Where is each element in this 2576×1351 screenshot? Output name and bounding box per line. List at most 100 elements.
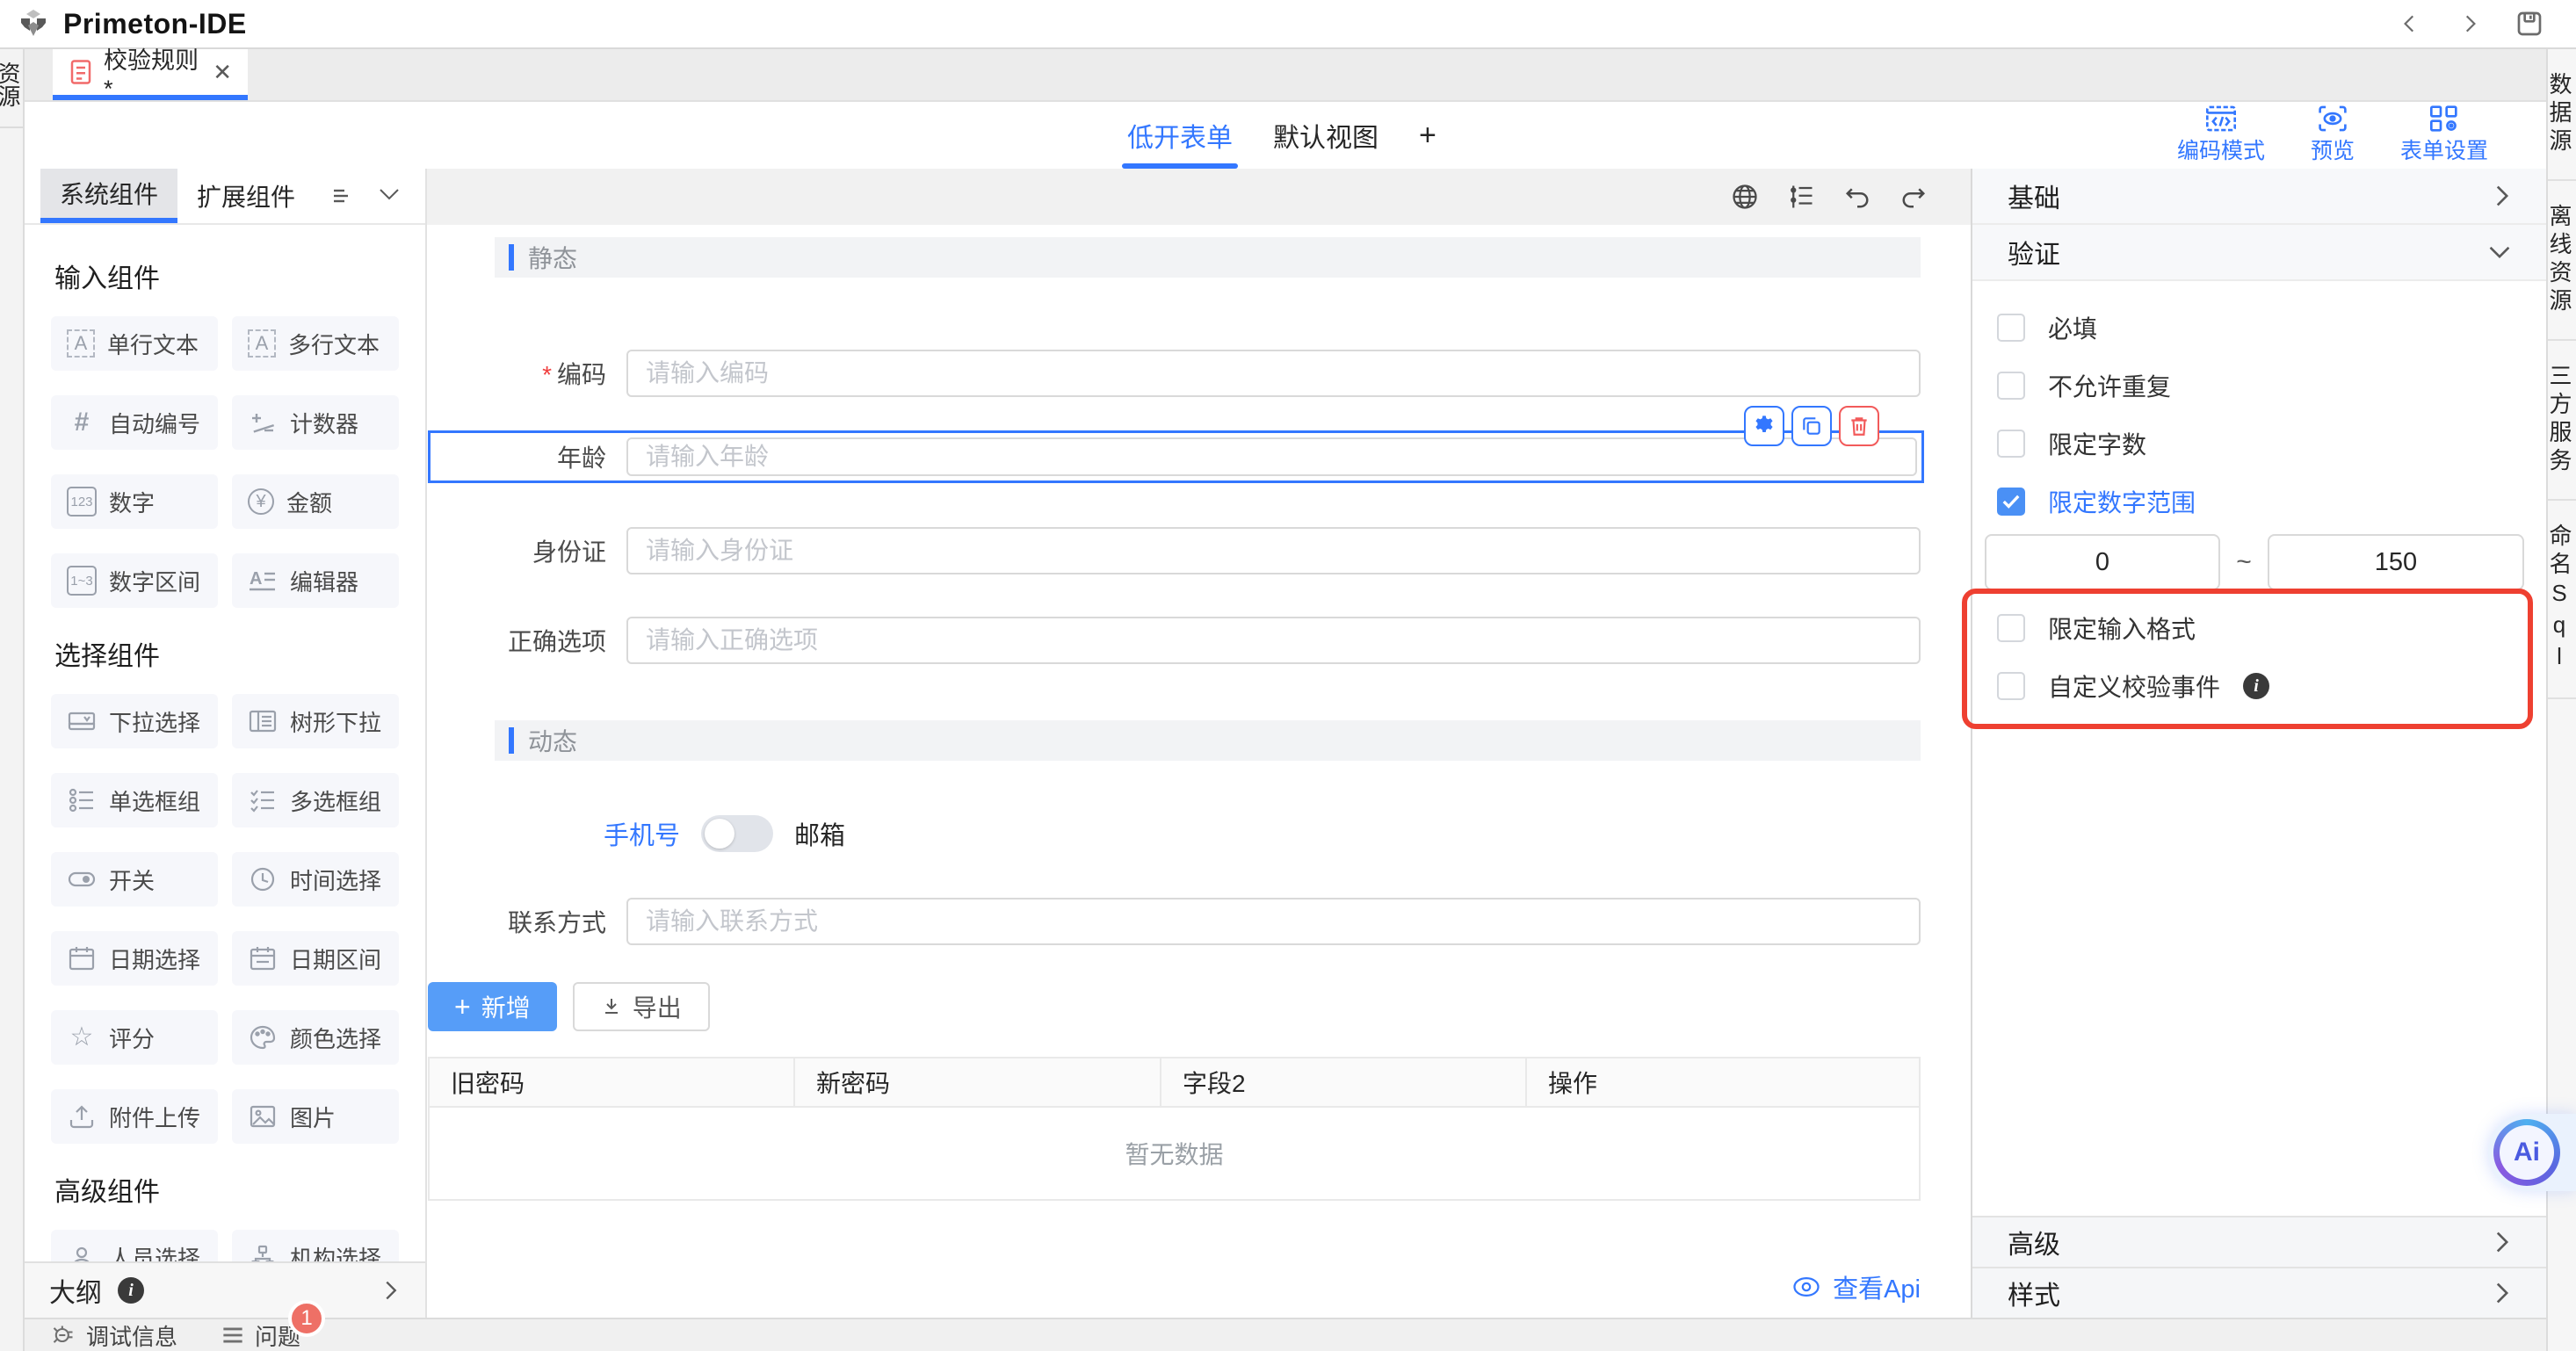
add-view-button[interactable]: + [1419, 119, 1436, 153]
range-min-input[interactable] [1985, 534, 2220, 590]
contact-input[interactable] [626, 898, 1921, 945]
tab-extension-components[interactable]: 扩展组件 [177, 169, 315, 223]
field-row-idcard[interactable]: 身份证 [427, 527, 1921, 574]
component-multi-text[interactable]: A多行文本 [232, 316, 399, 371]
group-style[interactable]: 样式 [1972, 1267, 2546, 1318]
option-custom-event[interactable]: 自定义校验事件 i [1997, 671, 2546, 701]
option-input-format[interactable]: 限定输入格式 [1997, 613, 2546, 643]
checkbox-custom-event[interactable] [1997, 672, 2025, 700]
ai-assistant-button[interactable]: Ai [2488, 1114, 2576, 1191]
structure-tree-icon[interactable] [1786, 182, 1816, 212]
col-new-password[interactable]: 新密码 [795, 1058, 1161, 1106]
tab-validation-rules[interactable]: 校验规则* ✕ [53, 49, 248, 100]
age-input[interactable] [626, 437, 1917, 476]
preview-button[interactable]: 预览 [2311, 105, 2355, 165]
sidebar-collapse-icon[interactable] [378, 186, 401, 202]
correct-option-input[interactable] [626, 617, 1921, 664]
toggle-option-email[interactable]: 邮箱 [794, 815, 845, 852]
component-date-range[interactable]: 日期区间 [232, 931, 399, 986]
checkbox-char-limit[interactable] [1997, 430, 2025, 458]
sidebar-menu-icon[interactable] [332, 189, 350, 203]
title-bar: Primeton-IDE [0, 0, 2576, 49]
form-settings-button[interactable]: 表单设置 [2400, 105, 2488, 165]
component-color-picker[interactable]: 颜色选择 [232, 1010, 399, 1065]
checkbox-required[interactable] [1997, 314, 2025, 342]
idcard-input[interactable] [626, 527, 1921, 574]
code-mode-button[interactable]: 编码模式 [2177, 105, 2265, 165]
field-settings-button[interactable] [1744, 406, 1784, 446]
undo-icon[interactable] [1842, 182, 1872, 212]
component-editor[interactable]: A编辑器 [232, 553, 399, 608]
component-date-picker[interactable]: 日期选择 [51, 931, 218, 986]
rail-tab-named-sql[interactable]: 命名Sql [2548, 501, 2576, 699]
i18n-globe-icon[interactable] [1730, 182, 1760, 212]
component-person-select[interactable]: 人员选择 [51, 1230, 218, 1261]
field-delete-button[interactable] [1839, 406, 1879, 446]
component-number-range[interactable]: 1~3数字区间 [51, 553, 218, 608]
rail-tab-resources[interactable]: 资源 [0, 49, 25, 128]
rail-tab-datasource[interactable]: 数据源 [2548, 49, 2576, 181]
col-actions[interactable]: 操作 [1527, 1058, 1919, 1106]
field-row-code[interactable]: *编码 [427, 350, 1921, 397]
checkbox-number-range[interactable] [1997, 488, 2025, 516]
component-select[interactable]: 下拉选择 [51, 694, 218, 748]
rail-tab-offline-resources[interactable]: 离线资源 [2548, 181, 2576, 341]
component-money[interactable]: ¥金额 [232, 474, 399, 529]
field-row-correct-option[interactable]: 正确选项 [427, 617, 1921, 664]
col-field2[interactable]: 字段2 [1161, 1058, 1527, 1106]
component-counter[interactable]: 计数器 [232, 395, 399, 450]
component-auto-number[interactable]: #自动编号 [51, 395, 218, 450]
field-row-contact[interactable]: 联系方式 [427, 898, 1921, 945]
nav-back-icon[interactable] [2395, 9, 2425, 39]
field-copy-button[interactable] [1791, 406, 1832, 446]
problems-count-badge: 1 [288, 1300, 325, 1337]
section-dynamic[interactable]: 动态 [495, 720, 1921, 761]
redo-icon[interactable] [1899, 182, 1928, 212]
component-switch[interactable]: 开关 [51, 852, 218, 907]
toggle-option-phone[interactable]: 手机号 [604, 815, 680, 852]
file-icon [69, 59, 93, 85]
code-input[interactable] [626, 350, 1921, 397]
view-tab-form[interactable]: 低开表单 [1127, 102, 1233, 169]
component-time-picker[interactable]: 时间选择 [232, 852, 399, 907]
component-org-select[interactable]: 机构选择 [232, 1230, 399, 1261]
tab-close-icon[interactable]: ✕ [213, 59, 232, 86]
preview-eye-icon [2318, 105, 2348, 132]
work-row: 系统组件 扩展组件 输入组件 A单行文本 A多行文本 #自动编号 计数器 123… [25, 169, 2546, 1318]
nav-forward-icon[interactable] [2455, 9, 2485, 39]
outline-expand-icon[interactable] [381, 1279, 401, 1302]
tab-system-components[interactable]: 系统组件 [40, 169, 177, 223]
component-image[interactable]: 图片 [232, 1089, 399, 1144]
outline-toggle[interactable]: 大纲 i [25, 1261, 425, 1318]
component-rating[interactable]: ☆评分 [51, 1010, 218, 1065]
rail-tab-third-party-services[interactable]: 三方服务 [2548, 341, 2576, 501]
group-basic[interactable]: 基础 [1972, 169, 2546, 225]
option-required[interactable]: 必填 [1997, 313, 2546, 343]
debug-info-button[interactable]: 调试信息 [51, 1319, 177, 1351]
form-canvas: 静态 *编码 年龄 [427, 169, 1971, 1318]
field-row-age-selected[interactable]: 年龄 [428, 430, 1924, 483]
component-single-text[interactable]: A单行文本 [51, 316, 218, 371]
primeton-ide-window: Primeton-IDE 资源 数据源 离线资源 三方服务 命名Sql 校验规则… [0, 0, 2576, 1351]
component-tree-select[interactable]: 树形下拉 [232, 694, 399, 748]
save-icon[interactable] [2514, 9, 2544, 39]
contact-type-switch[interactable] [701, 815, 773, 852]
option-no-duplicate[interactable]: 不允许重复 [1997, 371, 2546, 401]
component-checkbox-group[interactable]: 多选框组 [232, 773, 399, 827]
group-validation[interactable]: 验证 [1972, 225, 2546, 281]
range-max-input[interactable] [2268, 534, 2524, 590]
view-api-link[interactable]: 查看Api [1792, 1268, 1921, 1305]
component-radio-group[interactable]: 单选框组 [51, 773, 218, 827]
component-number[interactable]: 123数字 [51, 474, 218, 529]
group-advanced[interactable]: 高级 [1972, 1216, 2546, 1267]
option-number-range[interactable]: 限定数字范围 [1997, 487, 2546, 517]
component-file-upload[interactable]: 附件上传 [51, 1089, 218, 1144]
checkbox-no-duplicate[interactable] [1997, 372, 2025, 400]
option-char-limit[interactable]: 限定字数 [1997, 429, 2546, 459]
checkbox-input-format[interactable] [1997, 614, 2025, 642]
export-button[interactable]: 导出 [573, 982, 710, 1031]
view-tab-default[interactable]: 默认视图 [1273, 102, 1378, 169]
section-static[interactable]: 静态 [495, 237, 1921, 278]
add-row-button[interactable]: +新增 [428, 982, 557, 1031]
col-old-password[interactable]: 旧密码 [430, 1058, 795, 1106]
